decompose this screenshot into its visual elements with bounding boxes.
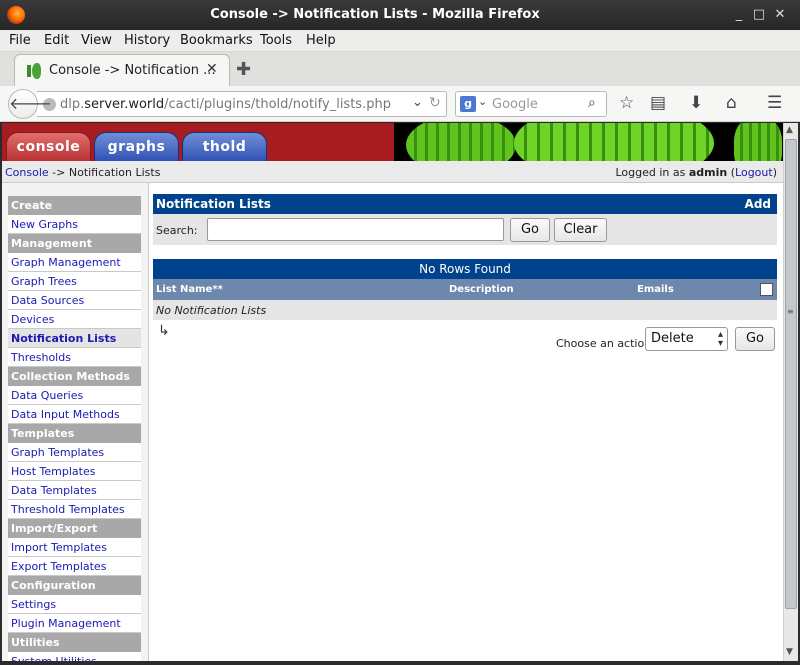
google-icon[interactable]: g xyxy=(460,96,476,112)
page-viewport: console graphs thold Console -> Notifica… xyxy=(2,123,783,661)
search-label: Search: xyxy=(156,224,198,237)
login-status: Logged in as admin (Logout) xyxy=(615,166,777,179)
window-titlebar: Console -> Notification Lists - Mozilla … xyxy=(0,0,800,30)
sidebar-item-graph-trees[interactable]: Graph Trees xyxy=(8,272,141,291)
search-input[interactable] xyxy=(207,218,504,241)
menu-bar: File Edit View History Bookmarks Tools H… xyxy=(0,30,800,52)
sidebar-item-graph-templates[interactable]: Graph Templates xyxy=(8,443,141,462)
sidebar-section-create: Create xyxy=(8,196,141,215)
go-button[interactable]: Go xyxy=(510,218,550,242)
tab-console[interactable]: console xyxy=(6,132,91,161)
tab-thold[interactable]: thold xyxy=(182,132,267,161)
browser-tab[interactable]: Console -> Notification ... ✕ xyxy=(14,54,230,86)
close-window-button[interactable]: ✕ xyxy=(771,6,789,24)
column-emails[interactable]: Emails xyxy=(637,284,674,295)
select-all-checkbox[interactable] xyxy=(760,283,773,296)
bookmark-star-icon[interactable]: ☆ xyxy=(619,93,634,113)
window-title: Console -> Notification Lists - Mozilla … xyxy=(210,7,540,22)
menu-tools[interactable]: Tools xyxy=(260,33,292,48)
sidebar-item-graph-management[interactable]: Graph Management xyxy=(8,253,141,272)
new-tab-icon[interactable]: ✚ xyxy=(236,59,251,80)
sidebar-section-utilities: Utilities xyxy=(8,633,141,652)
home-icon[interactable]: ⌂ xyxy=(726,93,737,113)
breadcrumb-trail: Console -> Notification Lists xyxy=(5,166,161,179)
sidebar-item-data-templates[interactable]: Data Templates xyxy=(8,481,141,500)
action-label: Choose an action: xyxy=(556,337,655,350)
sidebar-item-new-graphs[interactable]: New Graphs xyxy=(8,215,141,234)
back-button[interactable]: 🡐 xyxy=(8,89,52,119)
cactus-banner-image xyxy=(394,123,783,161)
search-engine-dropdown-icon[interactable]: ⌄ xyxy=(478,95,487,108)
filter-bar: Search: Go Clear xyxy=(153,214,777,245)
maximize-button[interactable]: □ xyxy=(750,6,768,24)
reading-list-icon[interactable]: ▤ xyxy=(650,93,666,113)
cacti-favicon-icon xyxy=(27,63,41,79)
scroll-down-icon[interactable]: ▼ xyxy=(786,647,793,657)
breadcrumb: Console -> Notification Lists Logged in … xyxy=(2,161,783,183)
menu-edit[interactable]: Edit xyxy=(44,33,69,48)
sidebar-item-notification-lists[interactable]: Notification Lists xyxy=(8,329,141,348)
navigation-bar: dlp.server.world/cacti/plugins/thold/not… xyxy=(0,86,800,122)
clear-button[interactable]: Clear xyxy=(554,218,607,242)
column-list-name[interactable]: List Name** xyxy=(156,284,223,295)
sidebar-item-import-templates[interactable]: Import Templates xyxy=(8,538,141,557)
sidebar-section-collection-methods: Collection Methods xyxy=(8,367,141,386)
table-header: List Name** Description Emails xyxy=(153,279,777,300)
sidebar: Create New Graphs Management Graph Manageme… xyxy=(2,183,149,661)
tab-graphs[interactable]: graphs xyxy=(94,132,179,161)
logout-link[interactable]: Logout xyxy=(735,166,773,179)
download-icon[interactable]: ⬇ xyxy=(689,93,703,113)
table-empty-row: No Notification Lists xyxy=(153,300,777,320)
url-dropdown-icon[interactable]: ⌄ xyxy=(412,95,423,110)
menu-bookmarks[interactable]: Bookmarks xyxy=(180,33,253,48)
breadcrumb-console-link[interactable]: Console xyxy=(5,166,49,179)
add-link[interactable]: Add xyxy=(745,197,771,211)
sidebar-item-host-templates[interactable]: Host Templates xyxy=(8,462,141,481)
menu-history[interactable]: History xyxy=(124,33,170,48)
sidebar-menu: Create New Graphs Management Graph Manageme… xyxy=(8,196,141,661)
sidebar-item-thresholds[interactable]: Thresholds xyxy=(8,348,141,367)
tab-strip: Console -> Notification ... ✕ ✚ xyxy=(0,52,800,86)
sidebar-item-data-input-methods[interactable]: Data Input Methods xyxy=(8,405,141,424)
reload-icon[interactable]: ↻ xyxy=(429,95,441,111)
sidebar-item-devices[interactable]: Devices xyxy=(8,310,141,329)
panel-header: Notification Lists Add xyxy=(153,194,777,214)
url-bar[interactable]: dlp.server.world/cacti/plugins/thold/not… xyxy=(37,91,447,117)
tab-close-icon[interactable]: ✕ xyxy=(206,61,218,77)
scrollbar-thumb[interactable] xyxy=(785,139,797,609)
sidebar-item-export-templates[interactable]: Export Templates xyxy=(8,557,141,576)
menu-file[interactable]: File xyxy=(9,33,31,48)
sidebar-section-import-export: Import/Export xyxy=(8,519,141,538)
cacti-header: console graphs thold xyxy=(2,123,783,161)
results-banner: No Rows Found xyxy=(153,259,777,279)
scrollbar-grip-icon: ≡ xyxy=(787,307,794,316)
sidebar-section-configuration: Configuration xyxy=(8,576,141,595)
sidebar-item-system-utilities[interactable]: System Utilities xyxy=(8,652,141,661)
sidebar-item-data-sources[interactable]: Data Sources xyxy=(8,291,141,310)
page-title: Notification Lists xyxy=(156,197,271,211)
select-arrow-icon: ↳ xyxy=(158,323,170,339)
sidebar-item-threshold-templates[interactable]: Threshold Templates xyxy=(8,500,141,519)
sidebar-item-settings[interactable]: Settings xyxy=(8,595,141,614)
sidebar-item-data-queries[interactable]: Data Queries xyxy=(8,386,141,405)
search-bar[interactable]: g ⌄ Google ⌕ xyxy=(455,91,607,117)
search-placeholder: Google xyxy=(492,97,538,112)
sidebar-item-plugin-management[interactable]: Plugin Management xyxy=(8,614,141,633)
menu-help[interactable]: Help xyxy=(306,33,336,48)
action-select[interactable]: Delete ▴ ▾ xyxy=(645,327,728,351)
url-text: dlp.server.world/cacti/plugins/thold/not… xyxy=(60,97,391,112)
select-arrows-icon: ▴ ▾ xyxy=(717,329,723,349)
column-description[interactable]: Description xyxy=(449,284,514,295)
search-go-icon[interactable]: ⌕ xyxy=(588,95,596,111)
sidebar-section-templates: Templates xyxy=(8,424,141,443)
menu-view[interactable]: View xyxy=(81,33,112,48)
minimize-button[interactable]: _ xyxy=(730,6,748,24)
action-go-button[interactable]: Go xyxy=(735,327,775,351)
menu-icon[interactable]: ☰ xyxy=(767,93,782,113)
sidebar-section-management: Management xyxy=(8,234,141,253)
tab-label: Console -> Notification ... xyxy=(49,63,216,78)
scroll-up-icon[interactable]: ▲ xyxy=(786,125,793,135)
page-scrollbar[interactable]: ▲ ≡ ▼ xyxy=(783,123,798,661)
